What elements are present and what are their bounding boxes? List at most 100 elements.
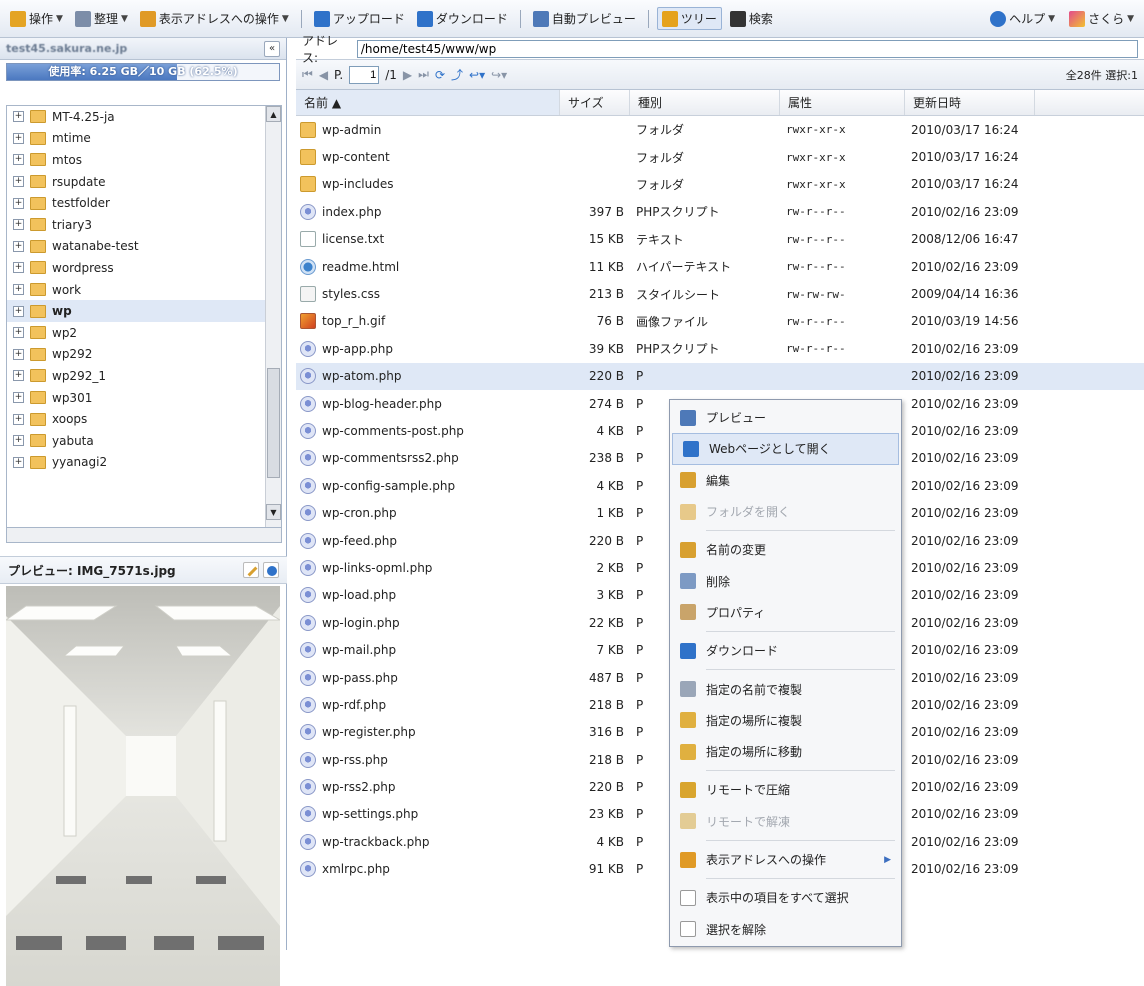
back-icon[interactable]: ↩▾ [469, 68, 485, 82]
menu-item[interactable]: 指定の場所に移動 [670, 736, 901, 767]
toolbar-button[interactable]: 自動プレビュー [529, 8, 640, 29]
menu-item[interactable]: 名前の変更 [670, 534, 901, 565]
expand-icon[interactable]: + [13, 176, 24, 188]
column-header[interactable]: 更新日時 [905, 90, 1035, 115]
last-page-icon[interactable]: ⏭ [418, 67, 429, 82]
menu-item[interactable]: 編集 [670, 465, 901, 496]
tree-item[interactable]: + MT-4.25-ja [7, 106, 281, 128]
table-row[interactable]: wp-atom.php 220 B P 2010/02/16 23:09 [296, 362, 1144, 390]
table-row[interactable]: top_r_h.gif 76 B 画像ファイル rw-r--r-- 2010/03/19… [296, 308, 1144, 335]
menu-item[interactable]: 表示アドレスへの操作 ▶ [670, 844, 901, 875]
open-web-icon[interactable] [263, 562, 279, 578]
tree-item[interactable]: + work [7, 279, 281, 301]
tree-item[interactable]: + rsupdate [7, 171, 281, 193]
toolbar-button[interactable]: ツリー [656, 7, 722, 30]
table-row[interactable]: wp-content フォルダ rwxr-xr-x 2010/03/17 16:24 [296, 143, 1144, 170]
expand-icon[interactable]: + [13, 348, 24, 360]
prev-page-icon[interactable]: ◀ [319, 68, 328, 82]
expand-icon[interactable]: + [13, 154, 24, 166]
table-row[interactable]: readme.html 11 KB ハイパーテキスト rw-r--r-- 2010/02… [296, 253, 1144, 280]
expand-icon[interactable]: + [13, 284, 24, 296]
menu-item[interactable]: プレビュー [670, 402, 901, 433]
next-page-icon[interactable]: ▶ [403, 68, 412, 82]
expand-icon[interactable]: + [13, 132, 24, 144]
expand-icon[interactable]: + [13, 262, 24, 274]
tree-item[interactable]: + mtime [7, 128, 281, 150]
scroll-thumb[interactable] [267, 368, 280, 478]
expand-icon[interactable]: + [13, 197, 24, 209]
tree-item[interactable]: + triary3 [7, 214, 281, 236]
menu-item[interactable]: Webページとして開く [672, 433, 899, 465]
file-name: wp-mail.php [322, 643, 397, 658]
cell-attr: rwxr-xr-x [786, 177, 846, 191]
cell-attr: rw-r--r-- [786, 205, 846, 219]
toolbar-button[interactable]: ダウンロード [413, 8, 512, 29]
column-header[interactable]: 種別 [630, 90, 780, 115]
tree-item[interactable]: + wp292 [7, 344, 281, 366]
sakura-button[interactable]: さくら ▼ [1065, 8, 1138, 29]
tree-item[interactable]: + mtos [7, 149, 281, 171]
scroll-up-arrow[interactable]: ▲ [266, 106, 281, 122]
tree-item[interactable]: + wordpress [7, 257, 281, 279]
tree-item[interactable]: + testfolder [7, 192, 281, 214]
help-button[interactable]: ヘルプ ▼ [986, 8, 1059, 29]
expand-icon[interactable]: + [13, 305, 24, 317]
expand-icon[interactable]: + [13, 327, 24, 339]
menu-item[interactable]: 指定の場所に複製 [670, 705, 901, 736]
tree-horizontal-scrollbar[interactable] [6, 527, 282, 543]
column-header[interactable]: 名前 ▲ [296, 90, 560, 115]
expand-icon[interactable]: + [13, 240, 24, 252]
table-row[interactable]: styles.css 213 B スタイルシート rw-rw-rw- 2009/04/1… [296, 280, 1144, 307]
tree-vertical-scrollbar[interactable]: ▲ ▼ [265, 106, 281, 536]
tree-item[interactable]: + wp2 [7, 322, 281, 344]
menu-item[interactable]: ダウンロード [670, 635, 901, 666]
toolbar-button[interactable]: 操作 ▼ [6, 8, 67, 29]
file-name: wp-login.php [322, 615, 400, 630]
cell-name: readme.html [296, 258, 560, 275]
collapse-pane-button[interactable]: « [264, 40, 280, 57]
expand-icon[interactable]: + [13, 370, 24, 382]
menu-item[interactable]: 表示中の項目をすべて選択 [670, 882, 901, 913]
move-to-folder-icon [680, 743, 696, 760]
column-header[interactable]: 属性 [780, 90, 905, 115]
toolbar-button[interactable]: アップロード [310, 8, 409, 29]
monitor-icon [680, 409, 696, 426]
expand-icon[interactable]: + [13, 392, 24, 404]
file-name: wp-content [322, 150, 390, 165]
table-row[interactable]: license.txt 15 KB テキスト rw-r--r-- 2008/12/06 … [296, 226, 1144, 253]
refresh-icon[interactable]: ⟳ [435, 68, 445, 82]
menu-item[interactable]: リモートで圧縮 [670, 774, 901, 805]
tree-item[interactable]: + watanabe-test [7, 236, 281, 258]
expand-icon[interactable]: + [13, 456, 24, 468]
parent-folder-icon[interactable]: ⤴ [451, 66, 463, 83]
table-row[interactable]: wp-app.php 39 KB PHPスクリプト rw-r--r-- 2010/02/… [296, 335, 1144, 362]
menu-item[interactable]: 選択を解除 [670, 913, 901, 944]
expand-icon[interactable]: + [13, 413, 24, 425]
toolbar-button[interactable]: 表示アドレスへの操作 ▼ [136, 8, 293, 29]
file-name: wp-rss2.php [322, 780, 396, 795]
expand-icon[interactable]: + [13, 435, 24, 447]
scroll-down-arrow[interactable]: ▼ [266, 504, 281, 520]
menu-item[interactable]: 削除 [670, 565, 901, 596]
expand-icon[interactable]: + [13, 111, 24, 123]
column-header[interactable]: サイズ [560, 90, 630, 115]
tree-item[interactable]: + xoops [7, 408, 281, 430]
menu-item[interactable]: 指定の名前で複製 [670, 673, 901, 704]
expand-icon[interactable]: + [13, 219, 24, 231]
forward-icon[interactable]: ↪▾ [491, 68, 507, 82]
toolbar-button[interactable]: 検索 [726, 8, 777, 29]
tree-item[interactable]: + yabuta [7, 430, 281, 452]
table-row[interactable]: wp-admin フォルダ rwxr-xr-x 2010/03/17 16:24 [296, 116, 1144, 143]
address-input[interactable] [356, 39, 1138, 58]
page-input[interactable] [349, 65, 380, 84]
tree-item[interactable]: + yyanagi2 [7, 452, 281, 474]
table-row[interactable]: wp-includes フォルダ rwxr-xr-x 2010/03/17 16:24 [296, 171, 1144, 198]
first-page-icon[interactable]: ⏮ [302, 67, 313, 82]
tree-item[interactable]: + wp301 [7, 387, 281, 409]
menu-item[interactable]: プロパティ [670, 597, 901, 628]
toolbar-button[interactable]: 整理 ▼ [71, 8, 132, 29]
edit-pencil-icon[interactable] [243, 562, 259, 578]
tree-item[interactable]: + wp292_1 [7, 365, 281, 387]
tree-item[interactable]: + wp [7, 300, 281, 322]
table-row[interactable]: index.php 397 B PHPスクリプト rw-r--r-- 2010/02/1… [296, 198, 1144, 225]
